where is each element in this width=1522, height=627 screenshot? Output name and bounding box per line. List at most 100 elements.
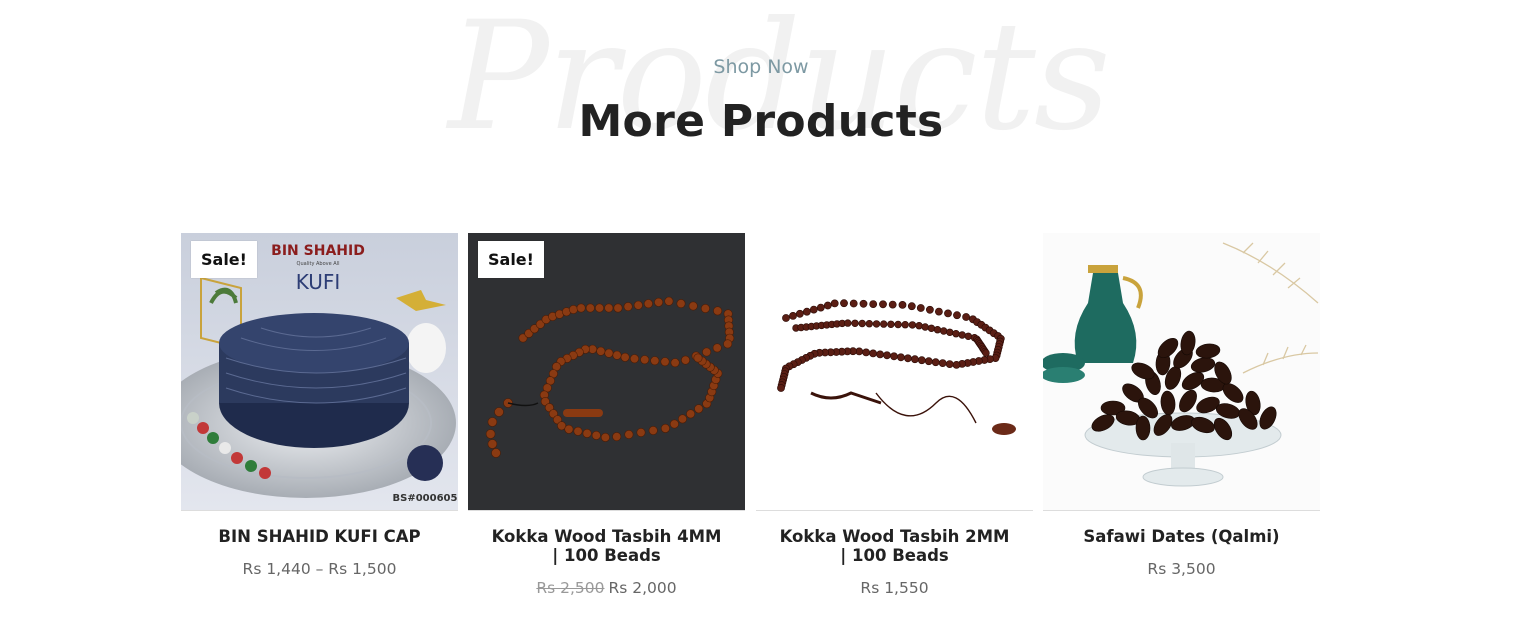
bead (830, 299, 839, 308)
bead (858, 319, 866, 328)
bead (896, 353, 905, 362)
bead (595, 303, 605, 313)
bead (643, 299, 653, 309)
bead (612, 432, 622, 442)
bead (487, 417, 498, 427)
bead (676, 299, 686, 309)
bead (946, 328, 954, 337)
bead (660, 357, 670, 367)
product-card[interactable]: Sale! Kokka Wood Tasbih 4MM | 100 Beads … (468, 233, 745, 597)
bead (640, 355, 650, 365)
section-eyebrow: Shop Now (713, 56, 809, 78)
bead (862, 348, 870, 357)
bead (686, 409, 696, 419)
bead (908, 321, 917, 329)
bead (604, 348, 614, 358)
bead (664, 296, 674, 306)
product-image-kufi-cap[interactable]: BIN SHAHID Quality Above All KUFI BS#000… (181, 233, 458, 511)
bead (670, 358, 680, 368)
bead (678, 414, 688, 424)
product-card[interactable]: BIN SHAHID Quality Above All KUFI BS#000… (181, 233, 458, 578)
bead (816, 303, 825, 312)
bead (623, 302, 633, 312)
bead (921, 323, 929, 331)
bead (910, 355, 919, 364)
bead (924, 357, 933, 366)
product-old-price: Rs 2,500 (536, 579, 605, 597)
bead (953, 311, 961, 320)
bead (887, 320, 895, 329)
product-card[interactable]: Safawi Dates (Qalmi) Rs 3,500 (1043, 233, 1320, 578)
bead (849, 299, 858, 308)
bead (940, 327, 948, 335)
bead (713, 306, 723, 316)
section-title: More Products (578, 96, 944, 147)
bead (876, 350, 884, 359)
bead (945, 360, 954, 369)
kufi-label-text: KUFI (296, 270, 341, 294)
bead (917, 356, 926, 365)
bead (573, 426, 583, 436)
bead (898, 301, 907, 309)
bead (952, 329, 960, 338)
bead (694, 404, 704, 414)
bead (803, 307, 811, 316)
product-sale-price: Rs 2,000 (608, 579, 677, 597)
sale-badge: Sale! (478, 241, 544, 278)
bead (613, 303, 623, 313)
bead (654, 297, 664, 307)
bead (982, 349, 990, 357)
kufi-code-text: BS#000605 (393, 493, 458, 504)
bead (859, 299, 868, 308)
bead (636, 428, 646, 438)
product-title[interactable]: Kokka Wood Tasbih 2MM | 100 Beads (756, 527, 1033, 565)
product-price: Rs 3,500 (1147, 560, 1216, 578)
kufi-brand-text: BIN SHAHID (271, 243, 365, 259)
bead (933, 325, 942, 334)
bead (894, 320, 902, 329)
bead (591, 430, 601, 440)
bead (809, 305, 818, 314)
bead (958, 331, 966, 339)
bead (916, 304, 925, 312)
bead (600, 432, 610, 442)
bead (879, 300, 887, 309)
bead (782, 314, 790, 322)
product-image-tasbih-4mm[interactable]: Sale! (468, 233, 745, 511)
bead (582, 428, 592, 438)
product-title[interactable]: Safawi Dates (Qalmi) (1043, 527, 1320, 546)
bead (931, 358, 940, 367)
bead (669, 419, 679, 429)
bead (925, 305, 934, 314)
kufi-tagline-text: Quality Above All (297, 261, 340, 267)
product-title[interactable]: BIN SHAHID KUFI CAP (181, 527, 458, 546)
bead (491, 448, 501, 458)
product-price: Rs 2,500 Rs 2,000 (468, 579, 745, 597)
bead (620, 352, 630, 362)
bead (789, 312, 797, 320)
bead (840, 299, 848, 308)
bead (964, 332, 973, 341)
product-image-tasbih-2mm[interactable] (756, 233, 1033, 511)
bead (630, 354, 640, 364)
date-fruit (1135, 415, 1151, 441)
product-card[interactable]: Kokka Wood Tasbih 2MM | 100 Beads Rs 1,5… (756, 233, 1033, 597)
bead (888, 300, 897, 309)
bead (944, 309, 952, 318)
tasbih-2mm-image (756, 233, 1033, 510)
product-image-safawi-dates[interactable] (1043, 233, 1320, 511)
bead (915, 321, 923, 330)
bead (952, 360, 961, 369)
bead (796, 309, 804, 318)
bead (869, 300, 878, 308)
bead (624, 430, 634, 440)
product-price: Rs 1,550 (860, 579, 929, 597)
bead (962, 313, 970, 321)
bead (688, 301, 698, 311)
bead (576, 303, 586, 313)
product-title[interactable]: Kokka Wood Tasbih 4MM | 100 Beads (468, 527, 745, 565)
bead (777, 384, 785, 392)
bead (650, 356, 660, 366)
bead (494, 407, 504, 417)
bead (883, 351, 891, 360)
